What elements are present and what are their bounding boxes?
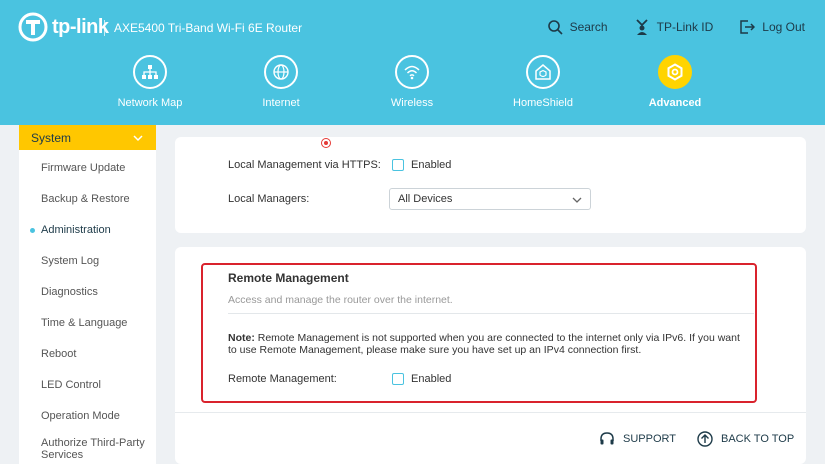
header-divider <box>104 20 105 36</box>
network-map-icon <box>142 65 158 79</box>
local-managers-value: All Devices <box>398 193 453 205</box>
back-to-top-button[interactable]: BACK TO TOP <box>697 431 794 447</box>
sidebar-section-label: System <box>31 130 72 145</box>
sidebar-item-backup-restore[interactable]: Backup & Restore <box>41 193 151 205</box>
sidebar-section-system[interactable]: System <box>19 125 156 150</box>
local-management-card <box>175 137 806 233</box>
sidebar-item-authorize-third-party[interactable]: Authorize Third-Party Services <box>41 437 151 461</box>
gear-icon <box>667 63 683 81</box>
router-model: AXE5400 Tri-Band Wi-Fi 6E Router <box>114 21 303 35</box>
support-button[interactable]: SUPPORT <box>599 431 676 447</box>
chevron-up-icon <box>133 134 143 141</box>
globe-icon <box>273 64 289 80</box>
tp-link-logo[interactable]: tp-link <box>18 12 109 42</box>
search-button[interactable]: Search <box>547 19 608 35</box>
local-managers-label: Local Managers: <box>228 193 310 205</box>
sidebar-item-diagnostics[interactable]: Diagnostics <box>41 286 151 298</box>
remote-management-subtitle: Access and manage the router over the in… <box>228 294 453 306</box>
back-to-top-label: BACK TO TOP <box>721 433 795 445</box>
user-id-icon <box>635 19 648 35</box>
note-prefix: Note: <box>228 332 255 344</box>
local-managers-select[interactable]: All Devices <box>389 188 591 210</box>
nav-homeshield-label: HomeShield <box>513 97 573 109</box>
sidebar-item-led-control[interactable]: LED Control <box>41 379 151 391</box>
notification-dot <box>322 139 330 147</box>
search-label: Search <box>569 20 608 34</box>
sidebar-item-firmware-update[interactable]: Firmware Update <box>41 162 151 174</box>
nav-internet-label: Internet <box>262 97 300 109</box>
nav-advanced-label: Advanced <box>648 97 702 109</box>
https-label: Local Management via HTTPS: <box>228 159 381 171</box>
nav-internet[interactable]: Internet <box>231 55 331 109</box>
https-enabled-checkbox[interactable] <box>392 159 404 171</box>
wifi-icon <box>404 65 420 80</box>
top-actions: Search TP-Link ID Log Out <box>547 19 805 35</box>
logout-icon <box>740 20 756 34</box>
headset-icon <box>600 432 614 445</box>
tp-link-id-button[interactable]: TP-Link ID <box>634 19 714 35</box>
homeshield-icon <box>535 64 551 80</box>
section-divider <box>228 313 754 314</box>
arrow-up-circle-icon <box>697 431 713 447</box>
nav-wireless[interactable]: Wireless <box>362 55 462 109</box>
tp-link-logo-icon <box>18 12 48 42</box>
remote-management-title: Remote Management <box>228 271 349 285</box>
note-text: Remote Management is not supported when … <box>228 332 740 356</box>
remote-management-enabled-label: Enabled <box>411 373 452 385</box>
tp-link-id-label: TP-Link ID <box>656 20 714 34</box>
logout-button[interactable]: Log Out <box>739 19 805 35</box>
sidebar-item-administration[interactable]: Administration <box>30 224 151 236</box>
nav-network-map-label: Network Map <box>117 97 183 109</box>
remote-management-note: Note: Remote Management is not supported… <box>228 332 748 356</box>
sidebar: System Firmware Update Backup & Restore … <box>19 125 156 464</box>
header-bar: tp-link AXE5400 Tri-Band Wi-Fi 6E Router… <box>0 0 825 125</box>
main-nav: Network Map Internet Wireless HomeShield… <box>0 55 825 125</box>
card-footer-divider <box>175 412 806 413</box>
sidebar-item-operation-mode[interactable]: Operation Mode <box>41 410 151 422</box>
search-icon <box>547 20 563 35</box>
brand-name: tp-link <box>52 15 109 38</box>
nav-homeshield[interactable]: HomeShield <box>493 55 593 109</box>
sidebar-item-label: Administration <box>41 224 111 236</box>
sidebar-item-time-language[interactable]: Time & Language <box>41 317 151 329</box>
active-indicator <box>30 228 35 233</box>
nav-network-map[interactable]: Network Map <box>100 55 200 109</box>
nav-advanced[interactable]: Advanced <box>625 55 725 109</box>
logout-label: Log Out <box>762 20 805 34</box>
remote-management-checkbox[interactable] <box>392 373 404 385</box>
remote-management-label: Remote Management: <box>228 373 337 385</box>
https-enabled-label: Enabled <box>411 159 452 171</box>
support-label: SUPPORT <box>623 433 676 445</box>
nav-wireless-label: Wireless <box>390 97 434 109</box>
chevron-down-icon <box>572 197 582 203</box>
sidebar-item-system-log[interactable]: System Log <box>41 255 151 267</box>
sidebar-item-reboot[interactable]: Reboot <box>41 348 151 360</box>
